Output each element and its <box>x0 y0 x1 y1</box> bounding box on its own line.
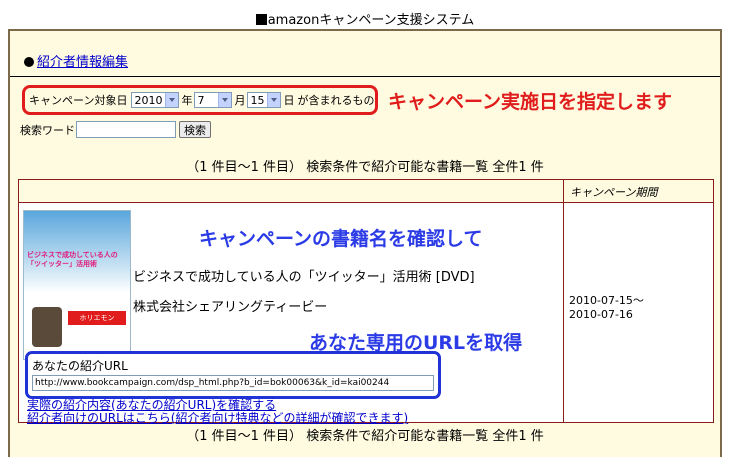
chevron-down-icon[interactable] <box>165 93 179 107</box>
keyword-label: 検索ワード <box>20 123 75 137</box>
column-header-period: キャンペーン期間 <box>563 180 713 202</box>
main-panel: 紹介者情報編集 キャンペーン対象日 2010 年 7 月 15 日 が含まれるも… <box>8 29 722 457</box>
system-title-brand: amazon <box>267 13 320 28</box>
list-footer-summary: （1 件目～1 件目） 検索条件で紹介可能な書籍一覧 全件1 件 <box>186 429 544 444</box>
search-row: 検索ワード 検索 <box>20 121 211 138</box>
edit-introducer-row: 紹介者情報編集 <box>24 51 128 70</box>
list-header-summary: （1 件目～1 件目） 検索条件で紹介可能な書籍一覧 全件1 件 <box>186 160 544 175</box>
year-unit: 年 <box>181 94 193 107</box>
date-annotation: キャンペーン実施日を指定します <box>388 91 673 113</box>
divider <box>10 76 720 77</box>
book-cover-image[interactable]: ビジネスで成功している人の「ツイッター」活用術 ホリエモン <box>23 210 131 360</box>
cover-badge: ホリエモン <box>68 311 126 325</box>
search-button[interactable]: 検索 <box>179 121 211 138</box>
month-unit: 月 <box>234 94 246 107</box>
introducer-url-link[interactable]: 紹介者向けのURLはこちら(紹介者向け特典などの詳細が確認できます) <box>27 409 408 426</box>
book-title: ビジネスで成功している人の「ツイッター」活用術 [DVD] <box>133 270 475 285</box>
month-select-value: 7 <box>197 93 205 107</box>
campaign-period: 2010-07-15～ 2010-07-16 <box>569 294 644 322</box>
results-table: キャンペーン期間 ビジネスで成功している人の「ツイッター」活用術 ホリエモン キ… <box>18 179 714 426</box>
edit-introducer-link[interactable]: 紹介者情報編集 <box>37 55 128 70</box>
book-title-annotation: キャンペーンの書籍名を確認して <box>199 228 483 250</box>
day-select-value: 15 <box>250 93 265 107</box>
period-end: 2010-07-16 <box>569 308 633 321</box>
keyword-input[interactable] <box>76 121 176 138</box>
campaign-date-filter: キャンペーン対象日 2010 年 7 月 15 日 が含まれるもの <box>22 85 378 115</box>
column-divider <box>563 203 564 422</box>
bullet-icon <box>24 57 34 67</box>
book-publisher: 株式会社シェアリングティービー <box>133 300 328 315</box>
period-start: 2010-07-15～ <box>569 294 644 307</box>
referral-url-box: あなたの紹介URL http://www.bookcampaign.com/ds… <box>25 351 441 399</box>
system-title-text: キャンペーン支援システム <box>319 13 475 28</box>
included-suffix: が含まれるもの <box>297 94 375 107</box>
cover-title-text: ビジネスで成功している人の「ツイッター」活用術 <box>27 251 118 268</box>
year-select[interactable]: 2010 <box>131 92 180 108</box>
system-title: amazonキャンペーン支援システム <box>0 9 730 28</box>
day-unit: 日 <box>283 94 295 107</box>
square-icon <box>255 14 267 25</box>
chevron-down-icon[interactable] <box>218 93 232 107</box>
chevron-down-icon[interactable] <box>267 93 281 107</box>
cover-portrait <box>32 307 62 347</box>
referral-url-label: あなたの紹介URL <box>32 359 128 373</box>
month-select[interactable]: 7 <box>194 92 233 108</box>
day-select[interactable]: 15 <box>247 92 282 108</box>
referral-url-field[interactable]: http://www.bookcampaign.com/dsp_html.php… <box>32 375 434 391</box>
campaign-date-label: キャンペーン対象日 <box>29 94 128 107</box>
year-select-value: 2010 <box>134 93 163 107</box>
